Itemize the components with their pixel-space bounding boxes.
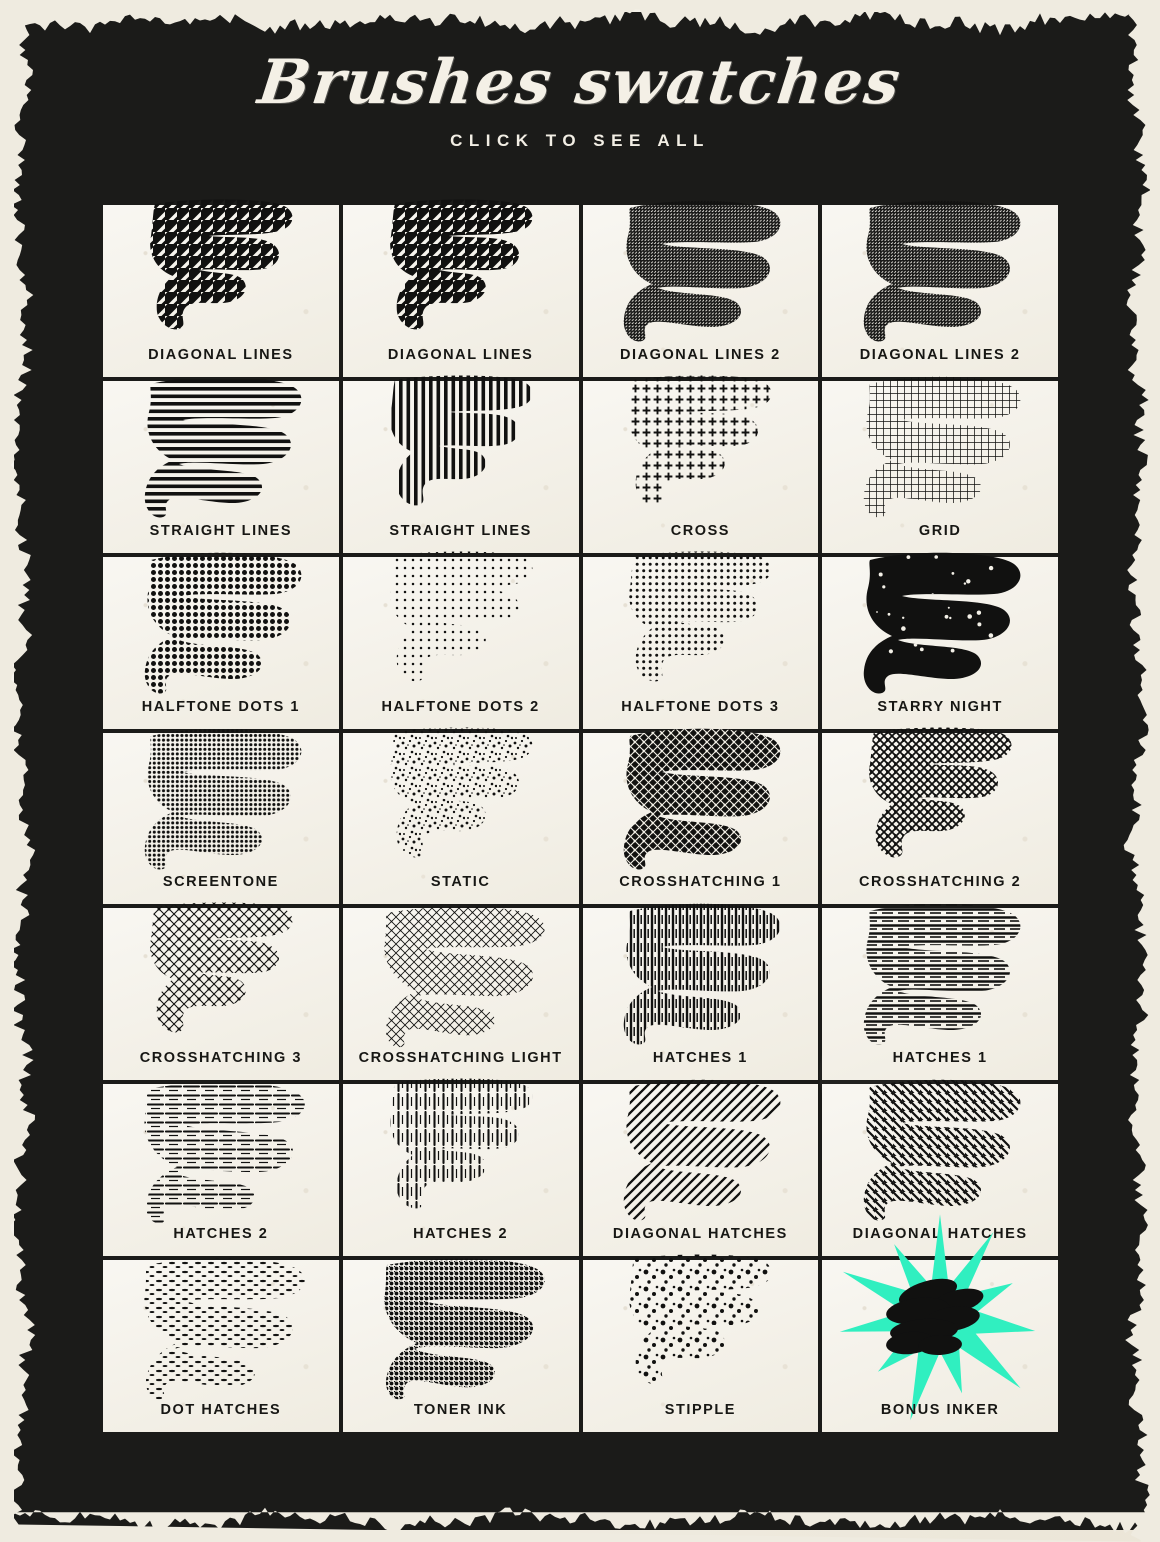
swatch-cell[interactable]: HATCHES 2 [103, 1082, 339, 1257]
swatch-label: DIAGONAL HATCHES [612, 1226, 788, 1243]
swatch-cell[interactable]: HATCHES 2 [342, 1078, 579, 1257]
swatch-label: TONER INK [413, 1402, 508, 1418]
poster-canvas: Brushes swatches CLICK TO SEE ALL DIAGON… [0, 0, 1160, 1542]
swatch-label: SCREENTONE [162, 874, 279, 891]
brush-swatch-hatches-2a-icon [103, 1082, 339, 1224]
swatch-cell[interactable]: STRAIGHT LINES [342, 375, 579, 553]
brush-swatch-stipple-icon [583, 1254, 819, 1385]
brush-swatch-grid-mesh-icon [822, 376, 1058, 518]
swatch-cell[interactable]: CROSS [582, 375, 819, 553]
swatch-label: DIAGONAL LINES [148, 346, 294, 363]
swatch-cell[interactable]: CROSSHATCHING 1 [582, 728, 819, 905]
brush-swatch-hatches-2b-icon [343, 1078, 579, 1209]
swatch-label: CROSSHATCHING LIGHT [358, 1050, 563, 1067]
swatch-cell[interactable]: DOT HATCHES [103, 1258, 339, 1432]
brush-swatch-hatches-1b-icon [822, 904, 1058, 1045]
brush-swatch-diag-coarse-icon [103, 199, 339, 330]
swatch-label: CROSS [670, 522, 731, 539]
swatch-cell[interactable]: HALFTONE DOTS 1 [103, 552, 339, 729]
swatch-cell[interactable]: DIAGONAL HATCHES [582, 1080, 819, 1257]
brush-swatch-vert-lines-icon [343, 375, 579, 506]
brush-swatch-bonus-inker-icon [822, 1214, 1058, 1421]
swatch-cell[interactable]: STIPPLE [582, 1254, 819, 1432]
swatch-cell[interactable]: DIAGONAL LINES 2 [582, 200, 819, 377]
brush-swatch-screentone-icon [103, 728, 339, 870]
swatch-cell[interactable]: HATCHES 1 [822, 904, 1058, 1081]
swatch-label: CROSSHATCHING 1 [619, 874, 782, 891]
brush-swatch-toner-ink-icon [343, 1258, 579, 1400]
brush-swatch-cross-plus-icon [583, 375, 819, 506]
swatch-cell[interactable]: DIAGONAL LINES 2 [822, 200, 1058, 377]
brush-swatch-halftone-2-icon [343, 551, 579, 682]
swatch-cell[interactable]: STRAIGHT LINES [103, 376, 339, 553]
swatch-label: STRAIGHT LINES [149, 522, 293, 539]
page-title: Brushes swatches [254, 47, 906, 118]
swatch-cell[interactable]: GRID [822, 376, 1058, 553]
swatch-label: STRAIGHT LINES [389, 522, 532, 539]
swatch-label: GRID [918, 522, 962, 539]
swatch-cell[interactable]: STATIC [342, 727, 579, 905]
swatch-cell[interactable]: DIAGONAL LINES [342, 199, 579, 377]
brush-swatch-halftone-1-icon [103, 552, 339, 694]
brush-swatch-static-icon [343, 727, 579, 857]
swatch-cell[interactable]: HALFTONE DOTS 3 [582, 551, 819, 729]
swatch-label: HATCHES 1 [892, 1050, 988, 1067]
brush-swatch-dot-hatches-icon [103, 1258, 339, 1400]
swatch-cell[interactable]: STARRY NIGHT [822, 552, 1058, 729]
brush-swatch-diag-hatch-b-icon [822, 1080, 1058, 1221]
swatch-label: HALFTONE DOTS 3 [621, 698, 780, 715]
swatch-cell[interactable]: DIAGONAL LINES [103, 199, 339, 377]
swatch-grid: DIAGONAL LINES DIAGONAL LINES DIAGONAL L… [103, 199, 1058, 1432]
brush-swatch-diag-fine-b-icon [822, 200, 1058, 342]
swatch-label: STIPPLE [664, 1402, 737, 1418]
swatch-cell[interactable]: HATCHES 1 [582, 904, 819, 1081]
swatch-label: HATCHES 2 [413, 1226, 509, 1243]
swatch-label: HALFTONE DOTS 2 [381, 698, 540, 715]
header: Brushes swatches CLICK TO SEE ALL [0, 47, 1160, 151]
swatch-label: DIAGONAL LINES 2 [859, 346, 1021, 363]
brush-swatch-xhatch-2-icon [822, 727, 1058, 857]
swatch-label: DOT HATCHES [160, 1402, 282, 1418]
swatch-label: STATIC [430, 874, 491, 891]
swatch-label: CROSSHATCHING 3 [139, 1050, 303, 1067]
swatch-cell[interactable]: HALFTONE DOTS 2 [342, 551, 579, 729]
swatch-label: HALFTONE DOTS 1 [141, 698, 301, 715]
brush-swatch-diag-hatch-a-icon [583, 1080, 819, 1221]
header-subtitle[interactable]: CLICK TO SEE ALL [0, 131, 1160, 151]
swatch-cell[interactable]: CROSSHATCHING LIGHT [342, 907, 579, 1081]
swatch-label: DIAGONAL LINES 2 [620, 346, 781, 363]
swatch-cell[interactable]: TONER INK [342, 1258, 579, 1432]
brush-swatch-halftone-3-icon [583, 551, 819, 682]
swatch-label: HATCHES 1 [652, 1050, 748, 1067]
brush-swatch-xhatch-1-icon [583, 728, 819, 870]
swatch-cell[interactable]: SCREENTONE [103, 728, 339, 905]
brush-swatch-xhatch-3-icon [103, 902, 339, 1033]
swatch-label: HATCHES 2 [173, 1226, 269, 1243]
swatch-label: DIAGONAL LINES [387, 346, 534, 363]
brush-swatch-diag-fine-icon [583, 200, 819, 342]
brush-swatch-diag-coarse-b-icon [343, 199, 579, 330]
swatch-cell[interactable]: CROSSHATCHING 3 [103, 902, 339, 1081]
swatch-cell[interactable]: CROSSHATCHING 2 [822, 727, 1058, 905]
swatch-label: STARRY NIGHT [877, 698, 1003, 715]
brush-swatch-starry-icon [822, 552, 1058, 694]
swatch-label: BONUS INKER [880, 1402, 1000, 1418]
brush-swatch-xhatch-light-icon [343, 907, 579, 1048]
swatch-cell[interactable]: BONUS INKER [822, 1214, 1058, 1432]
brush-swatch-horiz-lines-icon [103, 376, 339, 518]
brush-swatch-hatches-1a-icon [583, 904, 819, 1045]
swatch-label: CROSSHATCHING 2 [858, 874, 1022, 891]
